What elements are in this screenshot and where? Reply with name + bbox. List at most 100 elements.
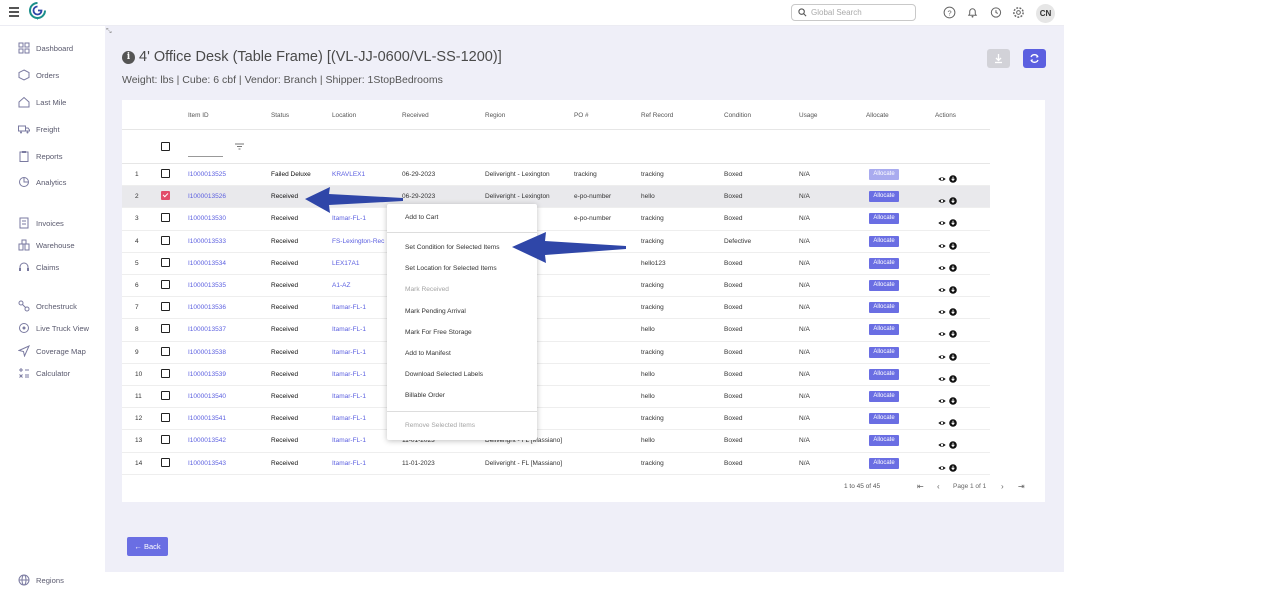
row-checkbox[interactable] [161, 346, 170, 356]
column-header-item-id[interactable]: Item ID [188, 112, 209, 119]
next-page-icon[interactable]: › [1001, 482, 1004, 491]
arrow-down-circle-icon[interactable] [949, 459, 957, 472]
info-icon[interactable]: i [122, 50, 135, 64]
bell-icon[interactable] [966, 6, 979, 19]
location-link[interactable]: Itamar-FL-1 [332, 415, 366, 422]
location-link[interactable]: Itamar-FL-1 [332, 326, 366, 333]
row-checkbox[interactable] [161, 191, 170, 201]
sidebar-item-dashboard[interactable]: Dashboard [18, 41, 73, 55]
column-header-condition[interactable]: Condition [724, 112, 751, 119]
item-id-link[interactable]: I1000013539 [188, 371, 226, 378]
arrow-down-circle-icon[interactable] [949, 392, 957, 405]
view-eye-icon[interactable] [938, 459, 946, 470]
sidebar-item-claims[interactable]: Claims [18, 260, 59, 274]
location-link[interactable]: Itamar-FL-1 [332, 215, 366, 222]
item-id-link[interactable]: I1000013537 [188, 326, 226, 333]
hamburger-menu-icon[interactable] [9, 7, 19, 17]
row-checkbox[interactable] [161, 413, 170, 423]
sidebar-item-last-mile[interactable]: Last Mile [18, 95, 66, 109]
item-id-filter-input[interactable] [188, 147, 223, 157]
download-button[interactable] [987, 49, 1010, 68]
allocate-button[interactable]: Allocate [869, 346, 899, 358]
sidebar-item-orders[interactable]: Orders [18, 68, 59, 82]
arrow-down-circle-icon[interactable] [949, 259, 957, 272]
filter-icon[interactable] [235, 143, 244, 150]
view-eye-icon[interactable] [938, 214, 946, 226]
sidebar-item-orchestruck[interactable]: Orchestruck [18, 299, 77, 313]
refresh-button[interactable] [1023, 49, 1046, 68]
menu-item-billable-order[interactable]: Billable Order [405, 392, 445, 399]
first-page-icon[interactable]: ⇤ [917, 482, 924, 491]
item-id-link[interactable]: I1000013538 [188, 349, 226, 356]
arrow-down-circle-icon[interactable] [949, 237, 957, 250]
view-eye-icon[interactable] [938, 414, 946, 425]
column-header-ref-record[interactable]: Ref Record [641, 112, 673, 119]
item-id-link[interactable]: I1000013530 [188, 215, 226, 222]
arrow-down-circle-icon[interactable] [949, 170, 957, 183]
arrow-down-circle-icon[interactable] [949, 370, 957, 383]
allocate-button[interactable]: Allocate [869, 191, 899, 203]
search-input[interactable] [811, 6, 911, 19]
sidebar-item-regions[interactable]: Regions [18, 573, 64, 587]
table-row[interactable]: 6I1000013535ReceivedA1-AZPhoenix]trackin… [122, 275, 990, 298]
row-checkbox[interactable] [161, 324, 170, 334]
view-eye-icon[interactable] [938, 192, 946, 203]
column-header-status[interactable]: Status [271, 112, 289, 119]
item-id-link[interactable]: I1000013526 [188, 193, 226, 200]
location-link[interactable]: Itamar-FL-1 [332, 460, 366, 467]
item-id-link[interactable]: I1000013536 [188, 304, 226, 311]
location-link[interactable]: A1-AZ [332, 282, 350, 289]
row-checkbox[interactable] [161, 435, 170, 445]
table-row[interactable]: 13 I1000013542 Received Itamar-FL-1 11-01-20… [122, 430, 990, 453]
last-page-icon[interactable]: ⇥ [1018, 482, 1025, 491]
sidebar-item-warehouse[interactable]: Warehouse [18, 238, 75, 252]
menu-item-add-to-cart[interactable]: Add to Cart [405, 214, 438, 221]
table-row[interactable]: 11I1000013540ReceivedItamar-FL-1Massiano… [122, 386, 990, 409]
location-link[interactable]: FS-Lexington-Rec [332, 238, 384, 245]
row-checkbox[interactable] [161, 235, 170, 245]
sidebar-item-live-truck-view[interactable]: Live Truck View [18, 321, 89, 335]
location-link[interactable]: KRAVLEX1 [332, 171, 365, 178]
global-search[interactable] [791, 4, 916, 21]
table-row[interactable]: 9I1000013538ReceivedItamar-FL-1Massiano]… [122, 342, 990, 364]
column-header-allocate[interactable]: Allocate [866, 112, 889, 119]
menu-item-mark-free-storage[interactable]: Mark For Free Storage [405, 329, 472, 336]
arrow-down-circle-icon[interactable] [949, 214, 957, 228]
row-checkbox[interactable] [161, 280, 170, 289]
column-header-location[interactable]: Location [332, 112, 356, 119]
menu-item-mark-pending-arrival[interactable]: Mark Pending Arrival [405, 308, 466, 315]
table-row[interactable]: 3I1000013530ReceivedItamar-FL-1Massiano]… [122, 208, 990, 231]
table-row[interactable]: 1 I1000013525 Failed Deluxe KRAVLEX1 06-29-2… [122, 164, 990, 187]
location-link[interactable]: Itamar-FL-1 [332, 304, 366, 311]
row-checkbox[interactable] [161, 457, 170, 467]
table-row[interactable]: 7I1000013536ReceivedItamar-FL-1Massiano]… [122, 297, 990, 320]
row-checkbox[interactable] [161, 391, 170, 400]
row-checkbox[interactable] [161, 169, 170, 178]
item-id-link[interactable]: I1000013534 [188, 260, 226, 267]
arrow-down-circle-icon[interactable] [949, 303, 957, 316]
row-checkbox[interactable] [161, 302, 170, 312]
location-link[interactable]: Itamar-FL-1 [332, 349, 366, 356]
table-row[interactable]: 14 I1000013543 Received Itamar-FL-1 11-01-20… [122, 453, 990, 475]
item-id-link[interactable]: I1000013542 [188, 437, 226, 444]
menu-item-set-location[interactable]: Set Location for Selected Items [405, 265, 497, 272]
view-eye-icon[interactable] [938, 392, 946, 403]
item-id-link[interactable]: I1000013540 [188, 393, 226, 400]
sidebar-item-calculator[interactable]: Calculator [18, 366, 70, 380]
item-id-link[interactable]: I1000013543 [188, 460, 226, 467]
location-link[interactable]: Itamar-FL-1 [332, 437, 366, 444]
location-link[interactable]: LEX17A1 [332, 260, 359, 267]
allocate-button[interactable]: Allocate [869, 324, 899, 336]
row-checkbox[interactable] [161, 213, 170, 223]
allocate-button[interactable]: Allocate [869, 413, 899, 425]
column-header-region[interactable]: Region [485, 112, 505, 119]
arrow-down-circle-icon[interactable] [949, 281, 957, 294]
table-row[interactable]: 12I1000013541ReceivedItamar-FL-1Massiano… [122, 408, 990, 431]
view-eye-icon[interactable] [938, 237, 946, 248]
view-eye-icon[interactable] [938, 370, 946, 381]
table-row[interactable]: 4 I1000013533 Received FS-Lexington-Rec trac… [122, 231, 990, 253]
location-link[interactable]: Itamar-FL-1 [332, 371, 366, 378]
view-eye-icon[interactable] [938, 259, 946, 270]
allocate-button[interactable]: Allocate [869, 169, 899, 180]
menu-item-download-labels[interactable]: Download Selected Labels [405, 371, 483, 378]
